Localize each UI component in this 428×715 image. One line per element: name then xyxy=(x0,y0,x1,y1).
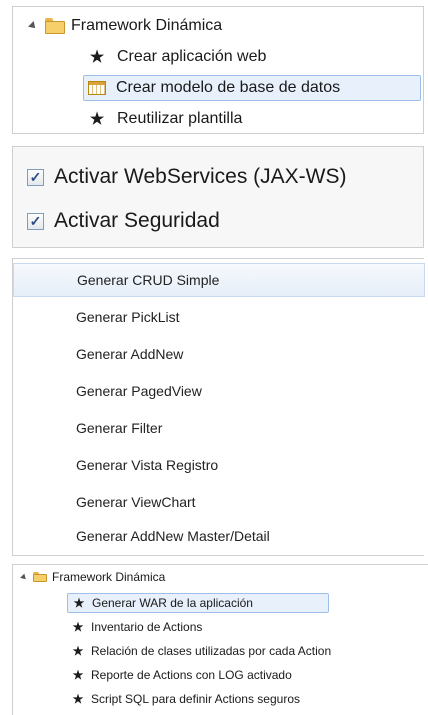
expand-triangle-icon[interactable] xyxy=(20,573,28,581)
tree-item-label: Crear modelo de base de datos xyxy=(116,79,341,96)
tree-item-label: Generar WAR de la aplicación xyxy=(92,596,253,610)
tree-item-label: Script SQL para definir Actions seguros xyxy=(91,692,300,706)
tree-root-label: Framework Dinámica xyxy=(71,17,223,34)
folder-icon xyxy=(33,571,47,583)
menu-item-label: Generar PickList xyxy=(76,309,180,325)
menu-item-label: Generar Filter xyxy=(76,420,163,436)
tree-item-crear-modelo[interactable]: Crear modelo de base de datos xyxy=(83,75,421,101)
tree-root-framework-bottom[interactable]: Framework Dinámica xyxy=(20,569,166,585)
tree-item-script-sql[interactable]: ★ Script SQL para definir Actions seguro… xyxy=(71,690,300,708)
run-icon: ★ xyxy=(73,596,85,610)
tree-root-label: Framework Dinámica xyxy=(52,570,166,584)
menu-item-addnew-master-detail[interactable]: Generar AddNew Master/Detail xyxy=(13,519,425,553)
tree-item-generar-war[interactable]: ★ Generar WAR de la aplicación xyxy=(67,593,329,613)
checkbox-checked-icon[interactable]: ✓ xyxy=(27,168,44,186)
run-icon: ★ xyxy=(89,49,105,66)
checkbox-checked-icon[interactable]: ✓ xyxy=(27,212,44,230)
menu-item-picklist[interactable]: Generar PickList xyxy=(13,300,425,334)
tree-root-framework[interactable]: Framework Dinámica xyxy=(28,15,223,37)
menu-item-label: Generar AddNew Master/Detail xyxy=(76,528,270,544)
tree-panel-bottom: Framework Dinámica ★ Generar WAR de la a… xyxy=(12,564,428,715)
options-panel: ✓ Activar WebServices (JAX-WS) ✓ Activar… xyxy=(12,146,424,248)
folder-icon xyxy=(45,18,65,34)
run-icon: ★ xyxy=(72,644,84,658)
tree-item-label: Crear aplicación web xyxy=(117,48,267,65)
run-icon: ★ xyxy=(72,668,84,682)
expand-triangle-icon[interactable] xyxy=(28,21,38,31)
tree-item-reporte-log[interactable]: ★ Reporte de Actions con LOG activado xyxy=(71,666,292,684)
menu-item-label: Generar ViewChart xyxy=(76,494,196,510)
run-icon: ★ xyxy=(72,620,84,634)
tree-item-label: Reutilizar plantilla xyxy=(117,110,243,127)
tree-item-label: Reporte de Actions con LOG activado xyxy=(91,668,292,682)
menu-item-filter[interactable]: Generar Filter xyxy=(13,411,425,445)
run-icon: ★ xyxy=(89,111,105,128)
menu-item-label: Generar PagedView xyxy=(76,383,202,399)
menu-item-label: Generar CRUD Simple xyxy=(77,272,220,288)
tree-item-label: Relación de clases utilizadas por cada A… xyxy=(91,644,332,658)
menu-item-label: Generar AddNew xyxy=(76,346,184,362)
menu-item-addnew[interactable]: Generar AddNew xyxy=(13,337,425,371)
menu-item-pagedview[interactable]: Generar PagedView xyxy=(13,374,425,408)
context-menu: Generar CRUD Simple Generar PickList Gen… xyxy=(12,258,425,556)
checkbox-label: Activar Seguridad xyxy=(54,209,220,232)
run-icon: ★ xyxy=(72,692,84,706)
checkbox-label: Activar WebServices (JAX-WS) xyxy=(54,165,347,188)
tree-item-reutilizar-plantilla[interactable]: ★ Reutilizar plantilla xyxy=(87,107,243,131)
tree-item-label: Inventario de Actions xyxy=(91,620,203,634)
tree-panel-top: Framework Dinámica ★ Crear aplicación we… xyxy=(12,6,424,134)
checkbox-seguridad[interactable]: ✓ Activar Seguridad xyxy=(27,207,220,235)
menu-item-crud-simple[interactable]: Generar CRUD Simple xyxy=(13,263,425,297)
menu-item-label: Generar Vista Registro xyxy=(76,457,219,473)
menu-item-viewchart[interactable]: Generar ViewChart xyxy=(13,485,425,519)
checkbox-webservices[interactable]: ✓ Activar WebServices (JAX-WS) xyxy=(27,163,347,191)
tree-item-crear-aplicacion[interactable]: ★ Crear aplicación web xyxy=(87,45,267,69)
table-icon xyxy=(88,81,106,95)
tree-item-inventario[interactable]: ★ Inventario de Actions xyxy=(71,618,203,636)
menu-item-vista-registro[interactable]: Generar Vista Registro xyxy=(13,448,425,482)
tree-item-relacion-clases[interactable]: ★ Relación de clases utilizadas por cada… xyxy=(71,642,332,660)
